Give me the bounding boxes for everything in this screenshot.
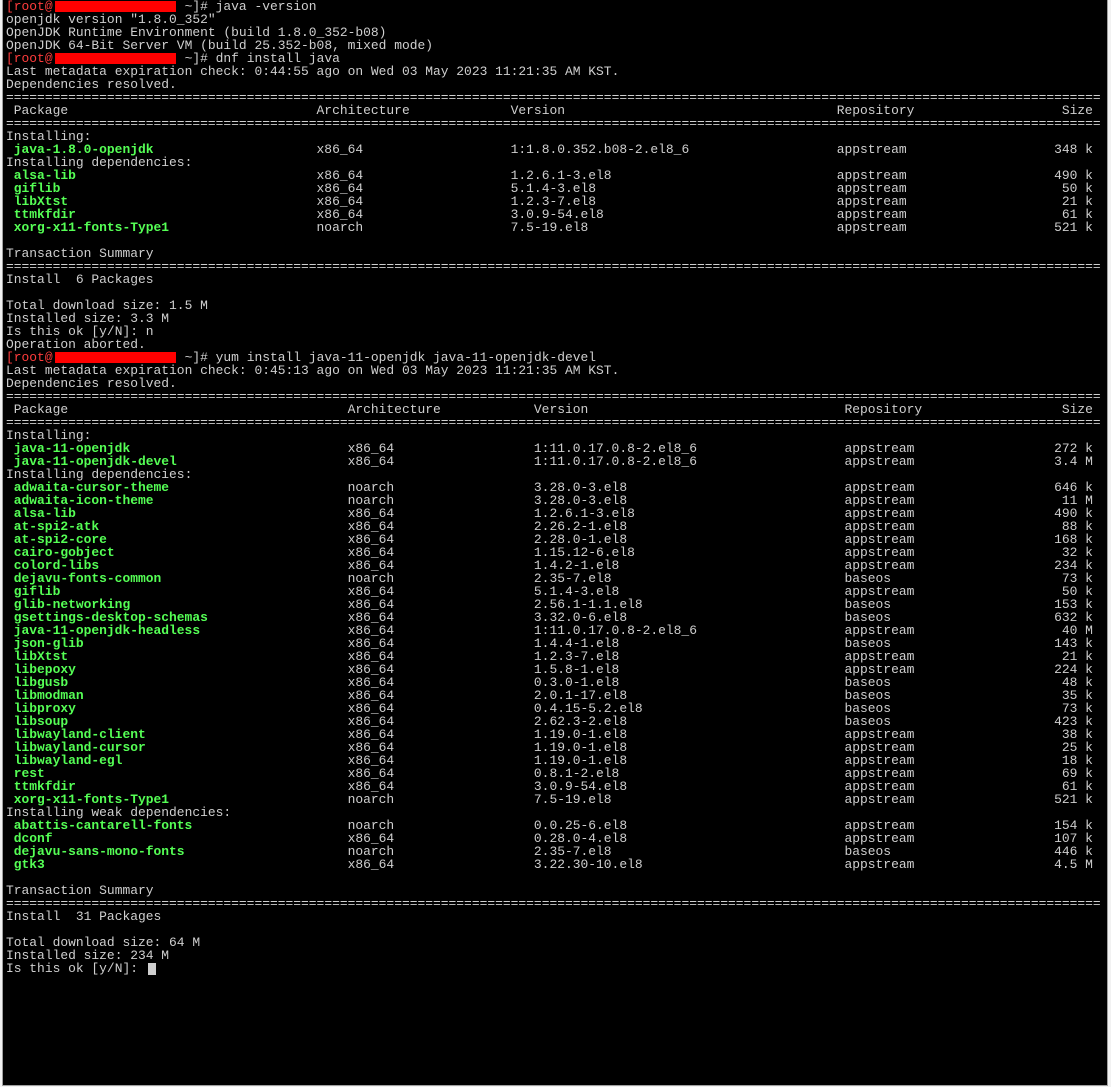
package-repo: appstream xyxy=(844,454,915,469)
package-size: 3.4 M xyxy=(1054,454,1093,469)
text-cursor[interactable] xyxy=(147,963,156,975)
separator-line: ========================================… xyxy=(6,896,1101,911)
output-line: Total download size: 64 M xyxy=(6,935,201,950)
package-version: 7.5-19.el8 xyxy=(510,220,589,235)
output-line: Installed size: 234 M xyxy=(6,948,170,963)
separator-line: ========================================… xyxy=(6,116,1101,131)
package-size: 521 k xyxy=(1054,220,1093,235)
package-size: 521 k xyxy=(1054,792,1093,807)
package-version: 3.22.30-10.el8 xyxy=(533,857,643,872)
terminal-output: [root@ ~]# java -version openjdk version … xyxy=(6,0,1101,975)
package-repo: appstream xyxy=(836,220,907,235)
package-name: gtk3 xyxy=(13,857,45,872)
package-repo: appstream xyxy=(844,792,915,807)
separator-line: ========================================… xyxy=(6,259,1101,274)
package-version: 1:1.8.0.352.b08-2.el8_6 xyxy=(510,142,690,157)
input-line: Is this ok [y/N]: xyxy=(6,962,1101,975)
package-size: 4.5 M xyxy=(1054,857,1093,872)
package-size: 348 k xyxy=(1054,142,1093,157)
command-text: java -version xyxy=(215,0,317,14)
package-arch: x86_64 xyxy=(316,142,364,157)
terminal-window[interactable]: [root@ ~]# java -version openjdk version … xyxy=(3,0,1107,1085)
summary-count: Install 6 Packages xyxy=(6,272,154,287)
output-line: Installed size: 3.3 M xyxy=(6,311,170,326)
package-arch: noarch xyxy=(347,792,395,807)
package-repo: appstream xyxy=(844,857,915,872)
package-version: 7.5-19.el8 xyxy=(533,792,612,807)
output-line: Total download size: 1.5 M xyxy=(6,298,208,313)
package-repo: appstream xyxy=(836,142,907,157)
package-version: 1:11.0.17.0.8-2.el8_6 xyxy=(533,454,697,469)
package-name: xorg-x11-fonts-Type1 xyxy=(13,220,170,235)
separator-line: ========================================… xyxy=(6,415,1101,430)
output-line: OpenJDK 64-Bit Server VM (build 25.352-b… xyxy=(6,38,434,53)
package-row: xorg-x11-fonts-Type1 noarch 7.5-19.el8 apps… xyxy=(6,221,1101,234)
summary-count: Install 31 Packages xyxy=(6,909,162,924)
package-arch: noarch xyxy=(316,220,364,235)
package-arch: x86_64 xyxy=(347,857,395,872)
input-prompt-text: Is this ok [y/N]: xyxy=(6,961,146,976)
output-line: Is this ok [y/N]: n xyxy=(6,324,154,339)
package-arch: x86_64 xyxy=(347,454,395,469)
package-row: gtk3 x86_64 3.22.30-10.el8 appstream 4.5 M xyxy=(6,858,1101,871)
